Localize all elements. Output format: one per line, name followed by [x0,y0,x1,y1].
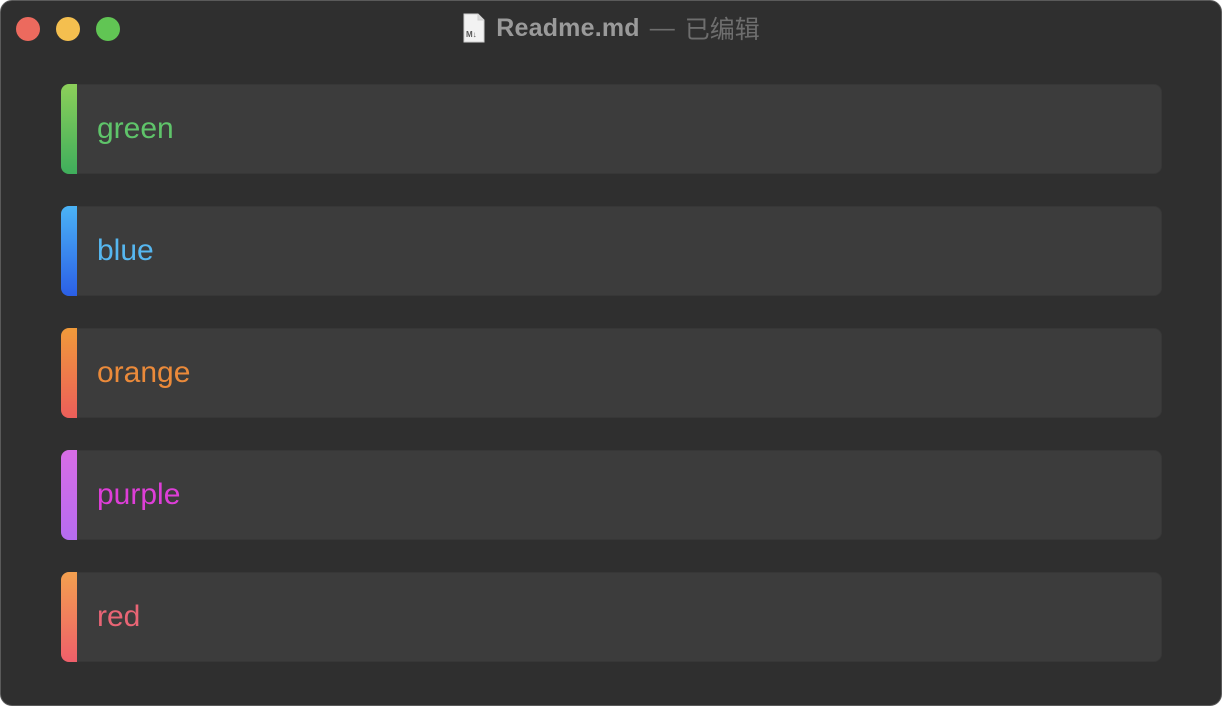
callout-block-green[interactable]: green [61,84,1162,174]
callout-label: blue [97,234,154,267]
svg-text:M↓: M↓ [466,30,477,39]
markdown-file-icon: M↓ [463,13,485,43]
title-separator: — [649,13,675,42]
callout-block-purple[interactable]: purple [61,450,1162,540]
window-title: M↓ Readme.md — 已编辑 [1,12,1221,44]
callout-block-blue[interactable]: blue [61,206,1162,296]
edited-status: 已编辑 [684,15,760,44]
title-bar[interactable]: M↓ Readme.md — 已编辑 [1,1,1221,55]
callout-label: red [97,600,141,633]
callout-block-orange[interactable]: orange [61,328,1162,418]
callout-accent-bar [61,328,77,418]
callout-label: green [97,112,174,145]
callout-accent-bar [61,84,77,174]
callout-accent-bar [61,572,77,662]
callout-label: purple [97,478,181,511]
app-window: M↓ Readme.md — 已编辑 green blue orange pur… [0,0,1222,706]
callout-label: orange [97,356,191,389]
callout-accent-bar [61,206,77,296]
window-filename: Readme.md [496,13,640,42]
callout-accent-bar [61,450,77,540]
callout-block-red[interactable]: red [61,572,1162,662]
